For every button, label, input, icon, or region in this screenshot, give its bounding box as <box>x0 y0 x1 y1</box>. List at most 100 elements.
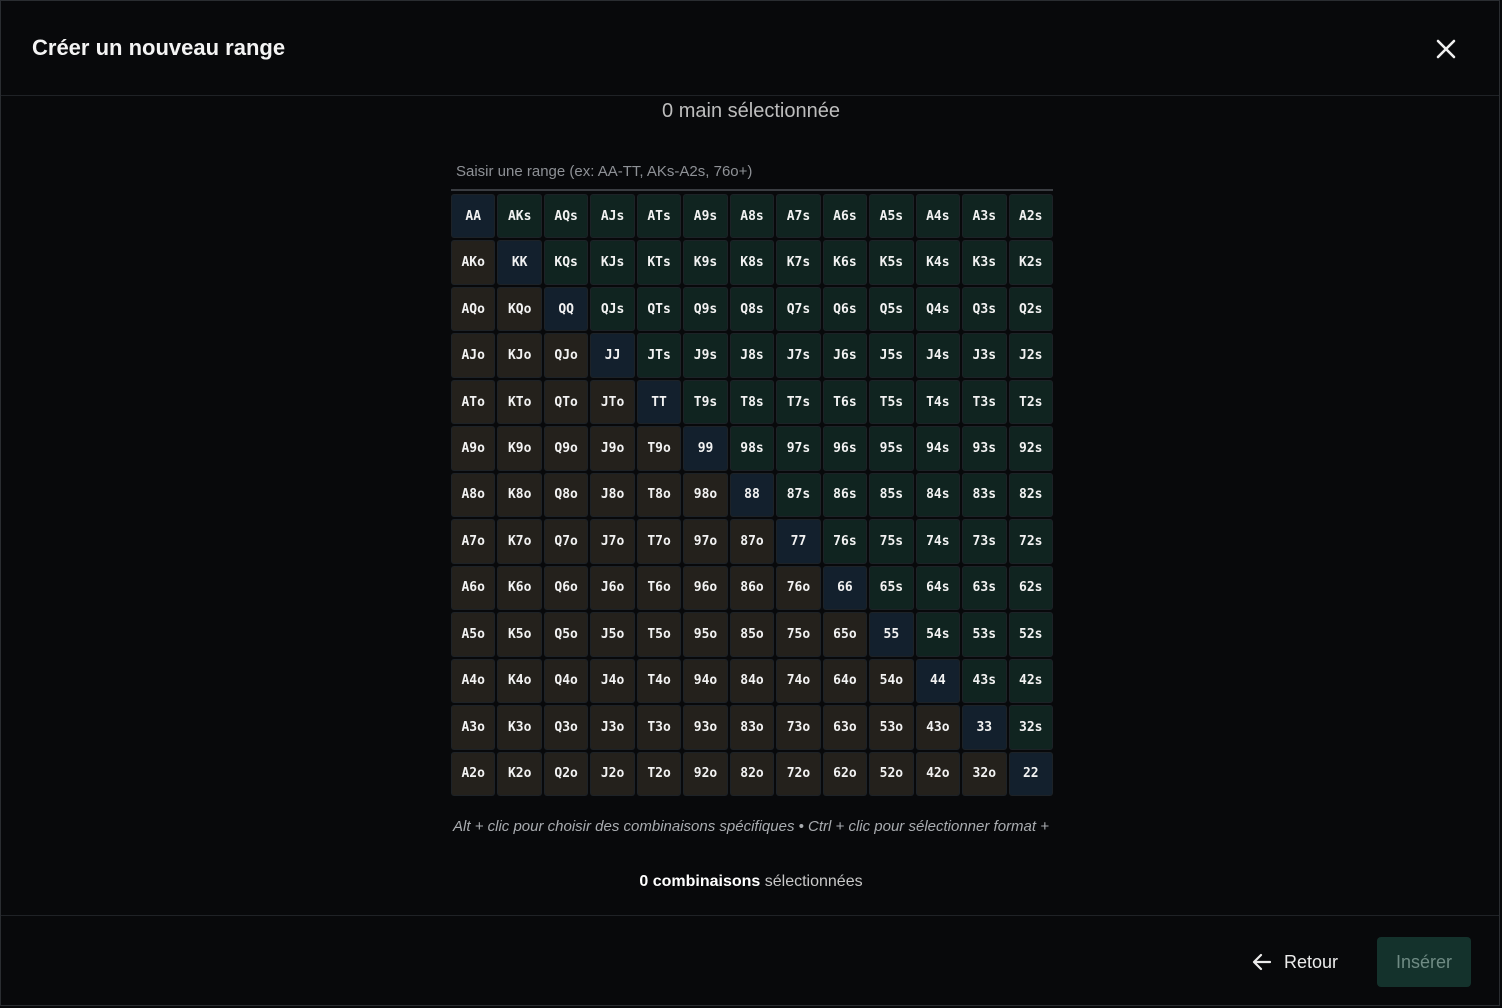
hand-cell-K5s[interactable]: K5s <box>869 240 914 285</box>
hand-cell-J6s[interactable]: J6s <box>822 333 868 378</box>
insert-button[interactable]: Insérer <box>1377 937 1471 987</box>
hand-cell-J2s[interactable]: J2s <box>1008 333 1053 378</box>
hand-cell-87s[interactable]: 87s <box>776 472 821 518</box>
hand-cell-K5o[interactable]: K5o <box>497 612 542 657</box>
hand-cell-K4s[interactable]: K4s <box>915 240 961 285</box>
hand-cell-Q2s[interactable]: Q2s <box>1008 286 1053 332</box>
hand-cell-Q5o[interactable]: Q5o <box>543 612 589 657</box>
hand-cell-87o[interactable]: 87o <box>729 519 775 564</box>
hand-cell-32s[interactable]: 32s <box>1008 705 1053 750</box>
hand-cell-Q4o[interactable]: Q4o <box>543 658 589 704</box>
hand-cell-K6s[interactable]: K6s <box>822 240 868 285</box>
hand-cell-T5o[interactable]: T5o <box>636 612 682 657</box>
hand-cell-66[interactable]: 66 <box>822 565 868 611</box>
hand-cell-65o[interactable]: 65o <box>822 612 868 657</box>
hand-cell-97s[interactable]: 97s <box>776 426 821 471</box>
hand-cell-82s[interactable]: 82s <box>1008 472 1053 518</box>
hand-cell-75s[interactable]: 75s <box>869 519 914 564</box>
hand-cell-A4s[interactable]: A4s <box>915 194 961 239</box>
hand-cell-A8o[interactable]: A8o <box>451 472 496 518</box>
hand-cell-JTs[interactable]: JTs <box>636 333 682 378</box>
hand-cell-KQs[interactable]: KQs <box>543 240 589 285</box>
hand-cell-98s[interactable]: 98s <box>729 426 775 471</box>
hand-cell-A5s[interactable]: A5s <box>869 194 914 239</box>
hand-cell-99[interactable]: 99 <box>683 426 728 471</box>
hand-cell-84s[interactable]: 84s <box>915 472 961 518</box>
hand-cell-JJ[interactable]: JJ <box>590 333 635 378</box>
hand-cell-73s[interactable]: 73s <box>962 519 1007 564</box>
hand-cell-A7o[interactable]: A7o <box>451 519 496 564</box>
hand-cell-43s[interactable]: 43s <box>962 658 1007 704</box>
hand-cell-KTs[interactable]: KTs <box>636 240 682 285</box>
hand-cell-32o[interactable]: 32o <box>962 751 1007 796</box>
hand-cell-92s[interactable]: 92s <box>1008 426 1053 471</box>
hand-cell-A7s[interactable]: A7s <box>776 194 821 239</box>
hand-cell-T8s[interactable]: T8s <box>729 379 775 425</box>
hand-cell-Q9o[interactable]: Q9o <box>543 426 589 471</box>
hand-cell-AQo[interactable]: AQo <box>451 286 496 332</box>
hand-cell-Q6o[interactable]: Q6o <box>543 565 589 611</box>
hand-cell-63o[interactable]: 63o <box>822 705 868 750</box>
hand-cell-Q9s[interactable]: Q9s <box>683 286 728 332</box>
hand-cell-93o[interactable]: 93o <box>683 705 728 750</box>
hand-cell-J5s[interactable]: J5s <box>869 333 914 378</box>
hand-cell-52s[interactable]: 52s <box>1008 612 1053 657</box>
hand-cell-83o[interactable]: 83o <box>729 705 775 750</box>
hand-cell-74o[interactable]: 74o <box>776 658 821 704</box>
hand-cell-82o[interactable]: 82o <box>729 751 775 796</box>
hand-cell-KK[interactable]: KK <box>497 240 542 285</box>
hand-cell-A9s[interactable]: A9s <box>683 194 728 239</box>
hand-cell-62o[interactable]: 62o <box>822 751 868 796</box>
hand-cell-K4o[interactable]: K4o <box>497 658 542 704</box>
hand-cell-J6o[interactable]: J6o <box>590 565 635 611</box>
hand-cell-53o[interactable]: 53o <box>869 705 914 750</box>
hand-cell-T4s[interactable]: T4s <box>915 379 961 425</box>
hand-cell-AA[interactable]: AA <box>451 194 496 239</box>
hand-cell-86s[interactable]: 86s <box>822 472 868 518</box>
hand-cell-T9s[interactable]: T9s <box>683 379 728 425</box>
hand-cell-K7o[interactable]: K7o <box>497 519 542 564</box>
hand-cell-J4o[interactable]: J4o <box>590 658 635 704</box>
range-input[interactable] <box>451 153 1053 191</box>
hand-cell-75o[interactable]: 75o <box>776 612 821 657</box>
hand-cell-85s[interactable]: 85s <box>869 472 914 518</box>
hand-cell-Q3s[interactable]: Q3s <box>962 286 1007 332</box>
hand-cell-T6o[interactable]: T6o <box>636 565 682 611</box>
hand-cell-85o[interactable]: 85o <box>729 612 775 657</box>
hand-cell-KJs[interactable]: KJs <box>590 240 635 285</box>
hand-cell-K6o[interactable]: K6o <box>497 565 542 611</box>
hand-cell-Q8o[interactable]: Q8o <box>543 472 589 518</box>
hand-cell-42s[interactable]: 42s <box>1008 658 1053 704</box>
hand-cell-Q7s[interactable]: Q7s <box>776 286 821 332</box>
hand-cell-95o[interactable]: 95o <box>683 612 728 657</box>
hand-cell-Q7o[interactable]: Q7o <box>543 519 589 564</box>
hand-cell-J3o[interactable]: J3o <box>590 705 635 750</box>
hand-cell-KQo[interactable]: KQo <box>497 286 542 332</box>
hand-cell-T9o[interactable]: T9o <box>636 426 682 471</box>
hand-cell-88[interactable]: 88 <box>729 472 775 518</box>
hand-cell-96o[interactable]: 96o <box>683 565 728 611</box>
back-button[interactable]: Retour <box>1252 950 1338 974</box>
hand-cell-52o[interactable]: 52o <box>869 751 914 796</box>
hand-cell-J2o[interactable]: J2o <box>590 751 635 796</box>
hand-cell-QTo[interactable]: QTo <box>543 379 589 425</box>
hand-cell-K9o[interactable]: K9o <box>497 426 542 471</box>
hand-cell-T3s[interactable]: T3s <box>962 379 1007 425</box>
hand-cell-54s[interactable]: 54s <box>915 612 961 657</box>
hand-cell-A6s[interactable]: A6s <box>822 194 868 239</box>
hand-cell-QJs[interactable]: QJs <box>590 286 635 332</box>
hand-cell-72o[interactable]: 72o <box>776 751 821 796</box>
hand-cell-65s[interactable]: 65s <box>869 565 914 611</box>
hand-cell-33[interactable]: 33 <box>962 705 1007 750</box>
hand-cell-K3s[interactable]: K3s <box>962 240 1007 285</box>
hand-cell-84o[interactable]: 84o <box>729 658 775 704</box>
hand-cell-ATo[interactable]: ATo <box>451 379 496 425</box>
hand-cell-44[interactable]: 44 <box>915 658 961 704</box>
hand-cell-T3o[interactable]: T3o <box>636 705 682 750</box>
hand-cell-K8o[interactable]: K8o <box>497 472 542 518</box>
hand-cell-54o[interactable]: 54o <box>869 658 914 704</box>
hand-cell-22[interactable]: 22 <box>1008 751 1053 796</box>
hand-cell-J7o[interactable]: J7o <box>590 519 635 564</box>
hand-cell-72s[interactable]: 72s <box>1008 519 1053 564</box>
hand-cell-42o[interactable]: 42o <box>915 751 961 796</box>
